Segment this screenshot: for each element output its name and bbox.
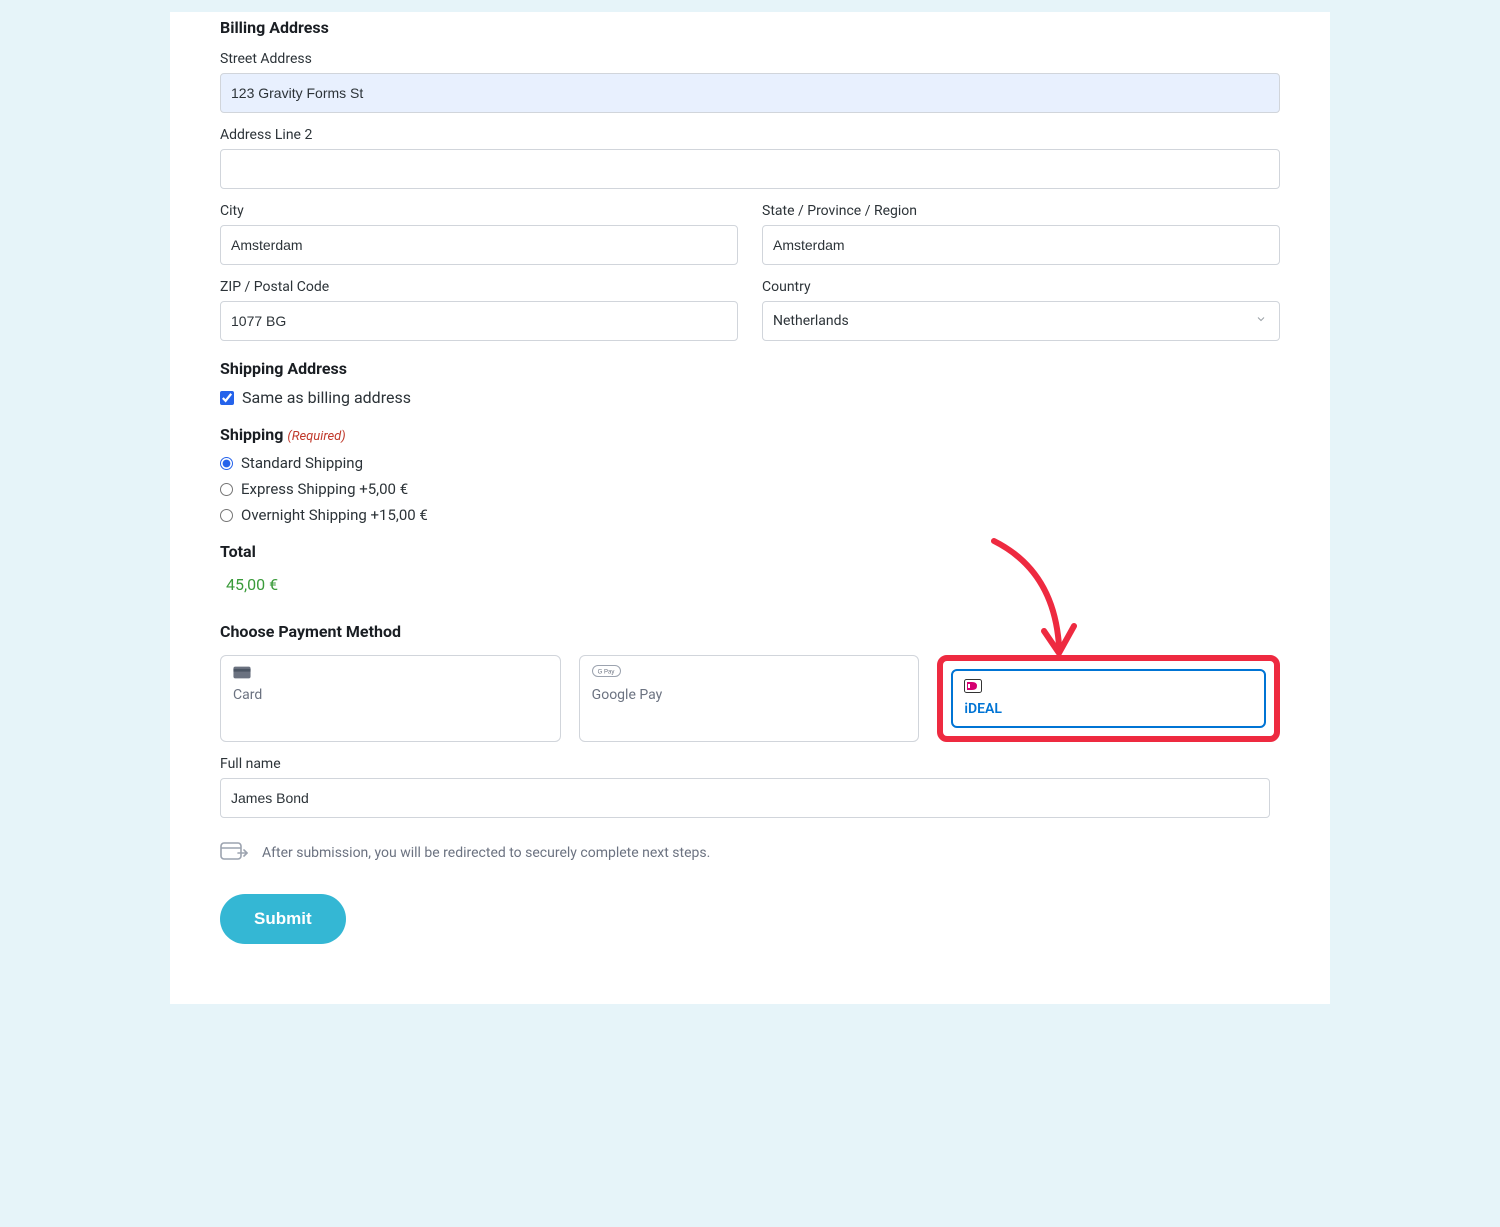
payment-tab-card[interactable]: Card (220, 655, 561, 742)
same-as-billing-label: Same as billing address (242, 388, 411, 407)
shipping-radio-overnight[interactable] (220, 509, 233, 522)
annotation-highlight: iDEAL (937, 655, 1280, 742)
shipping-radio-standard[interactable] (220, 457, 233, 470)
shipping-radio-express[interactable] (220, 483, 233, 496)
payment-tab-ideal[interactable]: iDEAL (951, 669, 1266, 728)
country-label: Country (762, 279, 1280, 295)
redirect-note: After submission, you will be redirected… (220, 840, 1280, 866)
svg-text:G Pay: G Pay (597, 670, 614, 676)
total-heading: Total (220, 542, 1280, 561)
billing-heading: Billing Address (220, 12, 1280, 37)
shipping-option-overnight[interactable]: Overnight Shipping +15,00 € (220, 506, 1280, 524)
shipping-option-label: Express Shipping +5,00 € (241, 480, 408, 498)
zip-label: ZIP / Postal Code (220, 279, 738, 295)
payment-tab-label: Card (233, 687, 262, 703)
street-input[interactable] (220, 73, 1280, 113)
shipping-options: Standard Shipping Express Shipping +5,00… (220, 454, 1280, 524)
redirect-note-text: After submission, you will be redirected… (262, 845, 710, 861)
city-label: City (220, 203, 738, 219)
ideal-icon (964, 678, 1253, 694)
payment-tab-label: iDEAL (964, 701, 1002, 717)
shipping-option-standard[interactable]: Standard Shipping (220, 454, 1280, 472)
state-input[interactable] (762, 225, 1280, 265)
total-value: 45,00 € (226, 575, 1280, 594)
city-input[interactable] (220, 225, 738, 265)
shipping-option-express[interactable]: Express Shipping +5,00 € (220, 480, 1280, 498)
chevron-down-icon (1255, 313, 1267, 329)
shipping-heading-text: Shipping (220, 425, 283, 444)
street-label: Street Address (220, 51, 1280, 67)
line2-label: Address Line 2 (220, 127, 1280, 143)
payment-heading: Choose Payment Method (220, 622, 1280, 641)
state-label: State / Province / Region (762, 203, 1280, 219)
country-value: Netherlands (773, 313, 849, 329)
required-text: (Required) (287, 429, 345, 444)
redirect-icon (220, 840, 248, 866)
fullname-input[interactable] (220, 778, 1270, 818)
google-pay-icon: G Pay (592, 664, 907, 680)
zip-input[interactable] (220, 301, 738, 341)
payment-tab-googlepay[interactable]: G Pay Google Pay (579, 655, 920, 742)
submit-button[interactable]: Submit (220, 894, 346, 944)
shipping-heading: Shipping (Required) (220, 425, 1280, 444)
fullname-label: Full name (220, 756, 1280, 772)
shipping-address-heading: Shipping Address (220, 359, 1280, 378)
payment-tab-label: Google Pay (592, 687, 663, 703)
shipping-option-label: Overnight Shipping +15,00 € (241, 506, 428, 524)
same-as-billing-checkbox[interactable] (220, 391, 234, 405)
shipping-option-label: Standard Shipping (241, 454, 363, 472)
line2-input[interactable] (220, 149, 1280, 189)
credit-card-icon (233, 664, 548, 680)
country-select[interactable]: Netherlands (762, 301, 1280, 341)
